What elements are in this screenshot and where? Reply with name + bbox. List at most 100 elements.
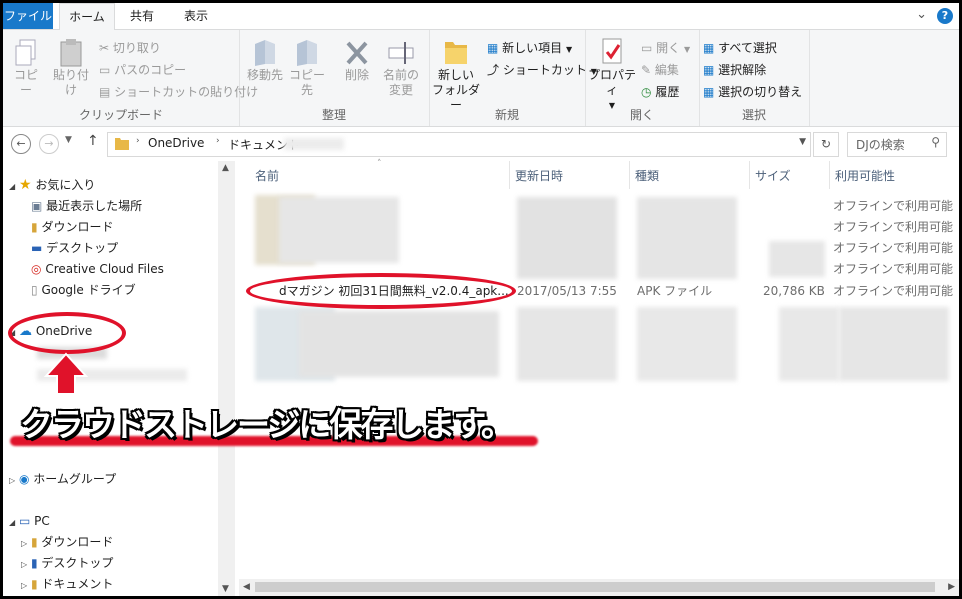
nav-pc-desktop[interactable]: ▷ ▮ デスクトップ xyxy=(21,553,113,573)
address-dropdown-icon[interactable]: ▼ xyxy=(799,137,806,147)
edit-button[interactable]: ✎ 編集 xyxy=(641,61,679,78)
column-header-type[interactable]: 種類 xyxy=(635,167,659,184)
column-separator xyxy=(749,161,750,189)
nav-item-label: デスクトップ xyxy=(41,556,114,570)
paste-shortcut-button[interactable]: ▤ ショートカットの貼り付け xyxy=(99,83,258,100)
history-label: 履歴 xyxy=(655,85,680,99)
new-item-button[interactable]: ▦ 新しい項目 ▼ xyxy=(487,39,572,56)
scroll-right-icon[interactable]: ▶ xyxy=(948,582,955,592)
blurred-types xyxy=(637,197,737,279)
collapse-ribbon-icon[interactable]: ⌄ xyxy=(916,7,927,22)
scroll-thumb[interactable] xyxy=(255,582,935,592)
availability-cell: オフラインで利用可能 xyxy=(833,241,954,255)
select-none-label: 選択解除 xyxy=(718,63,767,77)
nav-item-recent-places[interactable]: ▣ 最近表示した場所 xyxy=(31,196,142,216)
delete-button[interactable]: 削除 xyxy=(339,38,375,83)
search-placeholder: DJの検索 xyxy=(856,138,905,152)
properties-label: プロパティ xyxy=(587,68,636,97)
nav-pc-label: PC xyxy=(34,514,50,528)
invert-selection-button[interactable]: ▦ 選択の切り替え xyxy=(703,83,802,100)
history-icon: ◷ xyxy=(641,85,652,99)
nav-item-google-drive[interactable]: ▯ Google ドライブ xyxy=(31,280,136,300)
paste-button[interactable]: 貼り付け xyxy=(49,38,93,98)
blurred-availability xyxy=(839,307,949,381)
new-folder-label-1: 新しい xyxy=(437,68,474,82)
column-header-size[interactable]: サイズ xyxy=(755,167,791,184)
availability-cell: オフラインで利用可能 xyxy=(833,220,954,234)
nav-homegroup[interactable]: ▷ ◉ ホームグループ xyxy=(9,469,116,489)
history-button[interactable]: ◷ 履歴 xyxy=(641,83,679,100)
nav-pc[interactable]: ◢ ▭ PC xyxy=(9,511,50,531)
shortcut-button[interactable]: ⤴ ショートカット ▼ xyxy=(487,61,597,78)
blurred-types xyxy=(637,307,737,381)
nav-favorites-label: お気に入り xyxy=(35,178,96,192)
select-none-icon: ▦ xyxy=(703,63,715,77)
rename-label-1: 名前の xyxy=(382,68,419,82)
file-highlight-ellipse xyxy=(246,273,516,309)
scroll-up-icon[interactable]: ▲ xyxy=(222,163,229,173)
file-availability: オフラインで利用可能 xyxy=(833,284,954,298)
properties-button[interactable]: プロパティ ▼ xyxy=(587,36,637,113)
open-button[interactable]: ▭ 開く ▼ xyxy=(641,39,690,56)
select-none-button[interactable]: ▦ 選択解除 xyxy=(703,61,766,78)
forward-button[interactable]: → xyxy=(39,134,59,154)
file-size: 20,786 KB xyxy=(763,284,825,298)
homegroup-icon: ◉ xyxy=(18,472,30,486)
search-box[interactable]: DJの検索 ⚲ xyxy=(847,132,947,157)
rename-label-2: 変更 xyxy=(388,83,413,97)
back-button[interactable]: ← xyxy=(11,134,31,154)
copy-to-button[interactable]: コピー先 xyxy=(287,38,327,98)
desktop-icon: ▬ xyxy=(31,241,43,255)
rename-button[interactable]: 名前の 変更 xyxy=(379,38,423,98)
recent-places-icon: ▣ xyxy=(31,199,43,213)
column-header-availability[interactable]: 利用可能性 xyxy=(835,167,895,184)
delete-icon xyxy=(346,41,368,65)
edit-label: 編集 xyxy=(654,63,679,77)
nav-pc-documents[interactable]: ▷ ▮ ドキュメント xyxy=(21,574,113,594)
nav-pc-downloads[interactable]: ▷ ▮ ダウンロード xyxy=(21,532,113,552)
nav-favorites[interactable]: ◢ ★ お気に入り xyxy=(9,175,95,195)
breadcrumb-onedrive[interactable]: OneDrive xyxy=(148,136,204,150)
help-icon[interactable]: ? xyxy=(937,8,953,24)
collapse-arrow-icon: ▷ xyxy=(21,539,28,548)
tab-home[interactable]: ホーム xyxy=(59,3,115,31)
dropdown-arrow-icon: ▼ xyxy=(684,45,691,54)
column-header-date[interactable]: 更新日時 xyxy=(515,167,563,184)
nav-scrollbar[interactable]: ▲ ▼ xyxy=(218,161,235,596)
cut-button[interactable]: ✂ 切り取り xyxy=(99,39,161,56)
address-bar[interactable]: › OneDrive › ドキュメント ▼ xyxy=(107,132,811,157)
nav-item-desktop[interactable]: ▬ デスクトップ xyxy=(31,238,118,258)
scroll-left-icon[interactable]: ◀ xyxy=(243,582,250,592)
blurred-file-names xyxy=(279,197,399,263)
clipboard-group: コピー 貼り付け ✂ 切り取り ▭ パスのコピー ▤ ショートカットの貼り付け … xyxy=(3,30,258,126)
move-to-button[interactable]: 移動先 xyxy=(245,38,285,83)
copy-path-button[interactable]: ▭ パスのコピー xyxy=(99,61,186,78)
rename-icon xyxy=(388,42,414,64)
tab-view[interactable]: 表示 xyxy=(171,3,221,29)
horizontal-scrollbar[interactable]: ◀ ▶ xyxy=(239,579,959,596)
properties-icon xyxy=(602,38,622,64)
new-item-icon: ▦ xyxy=(487,41,499,55)
recent-locations-icon[interactable]: ▼ xyxy=(65,135,72,145)
new-folder-button[interactable]: 新しい フォルダー xyxy=(431,36,481,113)
invert-selection-icon: ▦ xyxy=(703,85,715,99)
organize-group: 移動先 コピー先 削除 名前の 変更 整理 xyxy=(239,30,430,126)
nav-item-downloads[interactable]: ▮ ダウンロード xyxy=(31,217,113,237)
refresh-button[interactable]: ↻ xyxy=(813,132,839,157)
column-header-name[interactable]: 名前 xyxy=(255,167,279,184)
callout-text: クラウドストレージに保存します。 xyxy=(20,405,514,444)
new-item-label: 新しい項目 xyxy=(502,41,563,55)
select-all-button[interactable]: ▦ すべて選択 xyxy=(703,39,777,56)
scissors-icon: ✂ xyxy=(99,41,110,55)
select-group: ▦ すべて選択 ▦ 選択解除 ▦ 選択の切り替え 選択 xyxy=(699,30,810,126)
organize-group-label: 整理 xyxy=(321,108,346,122)
scroll-down-icon[interactable]: ▼ xyxy=(222,584,229,594)
navigation-pane: ◢ ★ お気に入り ▣ 最近表示した場所 ▮ ダウンロード ▬ デスクトップ ◎… xyxy=(3,161,235,596)
folder-icon xyxy=(115,138,129,150)
nav-item-label: ダウンロード xyxy=(41,220,114,234)
tab-file[interactable]: ファイル xyxy=(3,3,53,29)
up-button[interactable]: ↑ xyxy=(87,133,99,149)
nav-item-creative-cloud[interactable]: ◎ Creative Cloud Files xyxy=(31,259,164,279)
tab-share[interactable]: 共有 xyxy=(117,3,167,29)
copy-button[interactable]: コピー xyxy=(9,38,43,98)
